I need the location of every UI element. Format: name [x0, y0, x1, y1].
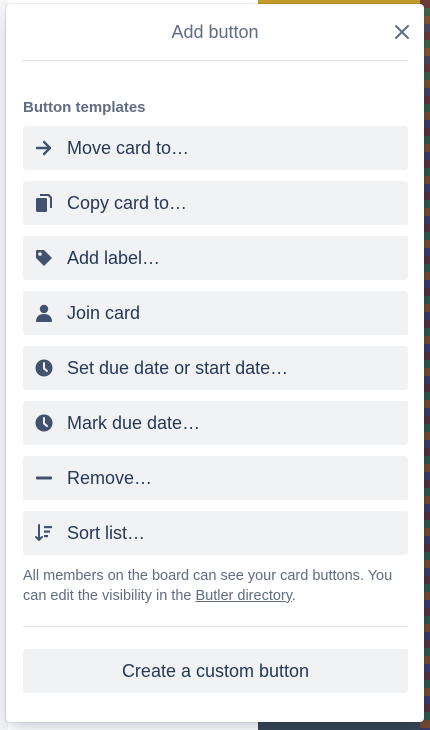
sort-list-label: Sort list… [67, 522, 146, 543]
move-card-button[interactable]: Move card to… [23, 126, 408, 170]
popover-header: Add button [22, 4, 409, 61]
add-label-label: Add label… [67, 247, 161, 268]
arrow-right-icon [33, 137, 55, 159]
copy-card-button[interactable]: Copy card to… [23, 181, 408, 225]
section-title: Button templates [23, 99, 146, 116]
create-custom-button[interactable]: Create a custom button [23, 649, 408, 693]
label-tag-icon [33, 247, 55, 269]
butler-directory-link[interactable]: Butler directory [195, 588, 291, 604]
remove-button[interactable]: Remove… [23, 456, 408, 500]
popover-title: Add button [171, 21, 259, 42]
minus-icon [33, 467, 55, 489]
join-card-button[interactable]: Join card [23, 291, 408, 335]
add-button-popover: Add button Button templates Move card to… [6, 4, 424, 722]
copy-icon [33, 192, 55, 214]
person-icon [33, 302, 55, 324]
visibility-note-end: . [291, 588, 296, 604]
close-icon [395, 25, 409, 39]
mark-due-date-label: Mark due date… [67, 412, 201, 433]
remove-label: Remove… [67, 467, 153, 488]
set-due-date-label: Set due date or start date… [67, 357, 289, 378]
divider [23, 626, 408, 627]
move-card-label: Move card to… [67, 137, 190, 158]
close-button[interactable] [388, 18, 416, 46]
mark-due-date-button[interactable]: Mark due date… [23, 401, 408, 445]
add-label-button[interactable]: Add label… [23, 236, 408, 280]
sort-icon [33, 522, 55, 544]
clock-icon [33, 412, 55, 434]
clock-icon [33, 357, 55, 379]
copy-card-label: Copy card to… [67, 192, 188, 213]
sort-list-button[interactable]: Sort list… [23, 511, 408, 555]
set-due-date-button[interactable]: Set due date or start date… [23, 346, 408, 390]
join-card-label: Join card [67, 302, 141, 323]
template-list: Move card to… Copy card to… Add label… J… [23, 126, 408, 555]
visibility-note: All members on the board can see your ca… [23, 566, 408, 606]
